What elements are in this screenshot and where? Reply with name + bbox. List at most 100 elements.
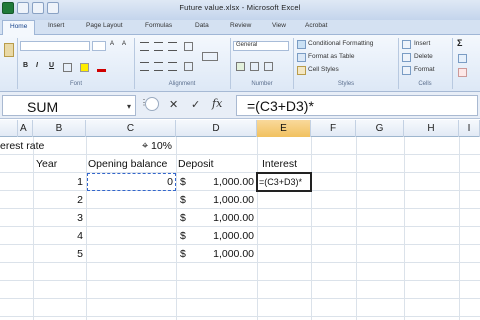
insert-button[interactable]: Insert [414,40,430,47]
align-bottom-icon[interactable] [168,42,177,51]
name-box[interactable]: SUM ▾ [2,95,136,116]
cell-a1[interactable]: erest rate [0,137,86,155]
cell-d6[interactable]: $ 1,000.00 [176,227,257,245]
sheet-row: Year Opening balance Deposit Interest [0,155,480,173]
cell-e2[interactable]: Interest [262,155,311,173]
align-middle-icon[interactable] [154,42,163,51]
cell-d5[interactable]: $ 1,000.00 [176,209,257,227]
cell-styles-icon[interactable] [297,66,306,75]
column-header-h[interactable]: H [404,120,459,137]
clear-icon[interactable] [458,68,467,77]
column-header-a[interactable]: A [18,120,33,137]
cell-d7[interactable]: $ 1,000.00 [176,245,257,263]
column-header-b[interactable]: B [33,120,86,137]
shrink-font-icon[interactable]: A [122,41,126,47]
sheet-row: 4 $ 1,000.00 [0,227,480,245]
italic-button[interactable]: I [36,62,38,69]
font-group-label: Font [69,81,82,87]
font-size-combo[interactable] [92,41,106,51]
comma-style-icon[interactable] [264,62,273,71]
title-bar: Future value.xlsx - Microsoft Excel [0,0,480,20]
column-header-d[interactable]: D [176,120,257,137]
column-header-f[interactable]: F [311,120,356,137]
fill-icon[interactable] [458,54,467,63]
align-center-icon[interactable] [154,62,163,71]
number-group-label: Number [251,81,273,87]
autosum-button[interactable]: Σ [457,38,462,48]
formula-input[interactable]: =(C3+D3)* [236,95,478,116]
column-headers: A B C D E F G H I [0,120,480,137]
borders-icon[interactable] [63,63,72,72]
tab-insert[interactable]: Insert [48,22,64,29]
format-button[interactable]: Format [414,66,435,73]
align-top-icon[interactable] [140,42,149,51]
insert-cells-icon[interactable] [402,40,411,49]
cell-b3[interactable]: 1 [33,173,86,191]
number-format-combo[interactable]: General [233,41,289,51]
sheet-row [0,299,480,317]
format-as-table-icon[interactable] [297,53,306,62]
align-left-icon[interactable] [140,62,149,71]
font-color-icon[interactable] [97,63,106,72]
currency-symbol: $ [180,212,186,224]
function-dropdown-icon[interactable] [145,97,159,111]
cell-c1[interactable]: 10% [86,137,176,155]
ribbon: A A B I U Font Alignment General Number … [0,35,480,92]
cell-d3[interactable]: $ 1,000.00 [176,173,257,191]
tab-review[interactable]: Review [230,22,251,29]
fill-color-icon[interactable] [80,63,89,72]
column-header-g[interactable]: G [356,120,404,137]
currency-icon[interactable] [236,62,245,71]
column-header-e[interactable]: E [257,120,311,137]
formula-text: =(C3+D3)* [247,98,314,114]
currency-symbol: $ [180,248,186,260]
cancel-entry-icon[interactable]: ✕ [169,98,178,111]
paste-icon[interactable] [4,43,14,57]
formula-bar: SUM ▾ ⋮ ✕ ✓ fx =(C3+D3)* [0,92,480,119]
column-header-i[interactable]: I [459,120,480,137]
tab-acrobat[interactable]: Acrobat [305,22,327,29]
tab-page-layout[interactable]: Page Layout [86,22,123,29]
cell-styles-button[interactable]: Cell Styles [308,66,339,73]
cell-b5[interactable]: 3 [33,209,86,227]
font-name-combo[interactable] [20,41,90,51]
confirm-entry-icon[interactable]: ✓ [191,98,200,111]
tab-data[interactable]: Data [195,22,209,29]
orientation-icon[interactable] [184,42,193,51]
cell-c2[interactable]: Opening balance [88,155,176,173]
percent-icon[interactable] [250,62,259,71]
conditional-formatting-button[interactable]: Conditional Formatting [308,40,373,47]
grow-font-icon[interactable]: A [110,41,114,47]
cell-b7[interactable]: 5 [33,245,86,263]
format-cells-icon[interactable] [402,66,411,75]
column-header-c[interactable]: C [86,120,176,137]
sheet-row: 5 $ 1,000.00 [0,245,480,263]
cell-d2[interactable]: Deposit [178,155,257,173]
wrap-text-icon[interactable] [184,62,193,71]
tab-formulas[interactable]: Formulas [145,22,172,29]
cell-d5-value: 1,000.00 [213,212,254,224]
window-title: Future value.xlsx - Microsoft Excel [179,3,301,12]
underline-button[interactable]: U [49,62,54,69]
name-box-dropdown-icon[interactable]: ▾ [127,102,131,111]
insert-function-icon[interactable]: fx [212,97,222,110]
select-all-corner[interactable] [0,120,18,137]
cell-b2[interactable]: Year [36,155,86,173]
sheet-row [0,281,480,299]
tab-home[interactable]: Home [2,20,36,35]
sheet-row [0,263,480,281]
cell-b6[interactable]: 4 [33,227,86,245]
sheet-row: 2 $ 1,000.00 [0,191,480,209]
delete-button[interactable]: Delete [414,53,433,60]
bold-button[interactable]: B [23,62,28,69]
conditional-formatting-icon[interactable] [297,40,306,49]
format-as-table-button[interactable]: Format as Table [308,53,354,60]
cell-d4[interactable]: $ 1,000.00 [176,191,257,209]
cell-d7-value: 1,000.00 [213,248,254,260]
delete-cells-icon[interactable] [402,53,411,62]
merge-center-icon[interactable] [202,52,218,61]
cell-d4-value: 1,000.00 [213,194,254,206]
align-right-icon[interactable] [168,62,177,71]
cell-b4[interactable]: 2 [33,191,86,209]
tab-view[interactable]: View [272,22,286,29]
